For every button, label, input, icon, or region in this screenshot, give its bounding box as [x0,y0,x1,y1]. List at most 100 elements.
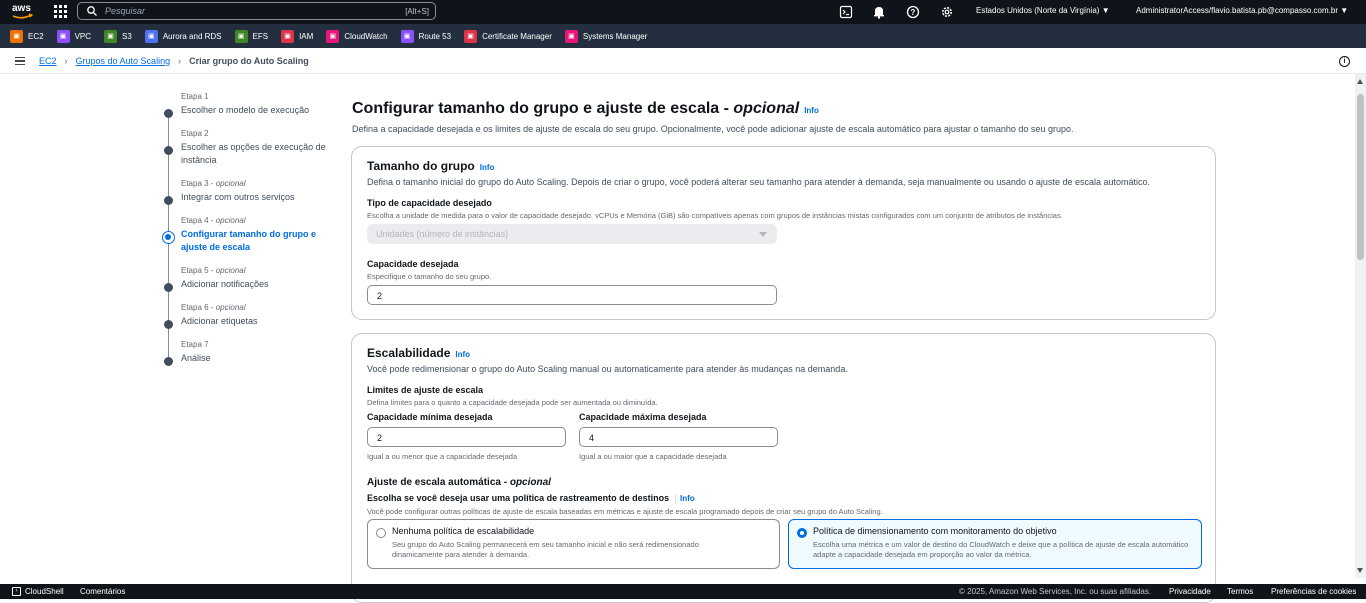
main-content: Configurar tamanho do grupo e ajuste de … [352,100,1216,134]
step-number: Etapa 1 [181,92,209,101]
favorite-efs[interactable]: ▣ EFS [234,29,268,43]
cloudshell-icon[interactable] [839,5,853,19]
favorite-vpc[interactable]: ▣ VPC [56,29,91,43]
radio-target-tracking-policy[interactable]: Política de dimensionamento com monitora… [788,519,1202,569]
max-capacity-input[interactable]: 4 [579,427,778,447]
wizard-step-title[interactable]: Integrar com outros serviços [181,191,334,204]
chevron-right-icon: › [64,55,68,66]
favorite-iam[interactable]: ▣ IAM [281,29,313,43]
min-capacity-label: Capacidade mínima desejada [367,412,493,422]
favorite-acm[interactable]: ▣ Certificate Manager [464,29,552,43]
footer-terms-link[interactable]: Termos [1227,587,1253,596]
breadcrumb-ec2-link[interactable]: EC2 [39,56,57,66]
wizard-step-title: Análise [181,353,211,363]
favorite-label: Certificate Manager [482,31,552,41]
chevron-down-icon: ▼ [1340,6,1349,15]
notifications-bell-icon[interactable] [872,5,886,19]
scaling-info-link[interactable]: Info [455,350,470,359]
footer-copyright: © 2025, Amazon Web Services, Inc. ou sua… [959,587,1152,596]
footer-cloudshell-link[interactable]: CloudShell [25,587,64,596]
radio-no-policy-title: Nenhuma política de escalabilidade [392,526,535,536]
footer-feedback-link[interactable]: Comentários [80,587,125,596]
favorite-ssm[interactable]: ▣ Systems Manager [564,29,647,43]
favorite-ec2[interactable]: ▣ EC2 [10,29,44,43]
scroll-down-icon[interactable] [1357,568,1363,573]
region-selector[interactable]: Estados Unidos (Norte da Virgínia) ▼ [976,6,1110,15]
wizard-step-label: Etapa 2 [181,129,334,138]
help-icon[interactable]: ? [906,5,920,19]
wizard-step-5: Etapa 5 - opcional Adicionar notificações [164,266,334,292]
scaling-title-text: Escalabilidade [367,346,451,360]
policy-question: Escolha se você deseja usar uma política… [367,493,695,503]
wizard-step-label: Etapa 6 - opcional [181,303,246,312]
services-menu-icon[interactable] [53,4,67,18]
step-indicator-icon [164,357,173,366]
wizard-step-title[interactable]: Escolher o modelo de execução [181,104,334,117]
capacity-type-label: Tipo de capacidade desejado [367,198,492,208]
scroll-up-icon[interactable] [1357,79,1363,84]
favorite-label: Aurora and RDS [162,31,222,41]
max-capacity-hint: Igual a ou maior que a capacidade deseja… [579,452,727,461]
side-navigation-menu-icon[interactable] [15,57,25,65]
step-number: Etapa 5 [181,266,209,275]
wizard-step-title[interactable]: Escolher as opções de execução de instân… [181,141,334,167]
capacity-type-select[interactable]: Unidades (número de instâncias) [367,224,777,244]
step-number: Etapa 6 [181,303,209,312]
radio-no-scaling-policy[interactable]: Nenhuma política de escalabilidade Seu g… [367,519,780,569]
step-indicator-icon [164,146,173,155]
settings-gear-icon[interactable] [940,5,954,19]
account-menu[interactable]: AdministratorAccess/flavio.batista.pb@co… [1136,6,1348,15]
acm-icon: ▣ [464,29,478,43]
scaling-panel: Escalabilidade Info Você pode redimension… [351,333,1216,603]
footer-cookies-link[interactable]: Preferências de cookies [1271,587,1356,596]
page-info-link[interactable]: Info [804,106,819,115]
route53-icon: ▣ [400,29,414,43]
radio-checked[interactable] [797,528,807,538]
footer-bar: › CloudShell Comentários © 2025, Amazon … [0,584,1366,599]
wizard-step-title: Adicionar notificações [181,279,269,289]
step-optional: opcional [215,266,246,275]
footer-privacy-link[interactable]: Privacidade [1169,587,1211,596]
capacity-type-value: Unidades (número de instâncias) [376,229,509,239]
region-label: Estados Unidos (Norte da Virgínia) [976,6,1100,15]
favorite-label: Route 53 [418,31,452,41]
favorite-rds[interactable]: ▣ Aurora and RDS [144,29,222,43]
policy-info-link[interactable]: Info [680,494,695,503]
cloudshell-icon[interactable]: › [12,587,21,596]
favorite-cloudwatch[interactable]: ▣ CloudWatch [326,29,388,43]
min-capacity-input[interactable]: 2 [367,427,566,447]
scaling-title: Escalabilidade Info [367,346,470,360]
efs-icon: ▣ [234,29,248,43]
step-indicator-icon [164,283,173,292]
ec2-icon: ▣ [10,29,23,43]
wizard-step-label: Etapa 1 [181,92,334,101]
info-panel-icon[interactable]: i [1339,56,1350,67]
policy-question-text: Escolha se você deseja usar uma política… [367,493,670,503]
step-indicator-icon [164,320,173,329]
favorite-s3[interactable]: ▣ S3 [104,29,132,43]
radio-unchecked[interactable] [376,528,386,538]
wizard-step-1[interactable]: Etapa 1 Escolher o modelo de execução [164,92,334,118]
wizard-step-2[interactable]: Etapa 2 Escolher as opções de execução de… [164,129,334,167]
policy-desc: Você pode configurar outras políticas de… [367,507,883,516]
favorite-label: S3 [122,31,132,41]
search-input[interactable]: Pesquisar [Alt+S] [77,2,436,20]
breadcrumb: EC2 › Grupos do Auto Scaling › Criar gru… [0,48,1366,74]
breadcrumb-auto-scaling-link[interactable]: Grupos do Auto Scaling [76,56,171,66]
auto-scaling-title: Ajuste de escala automática - opcional [367,477,551,488]
wizard-step-3[interactable]: Etapa 3 - opcional Integrar com outros se… [164,179,334,205]
desired-capacity-input[interactable]: 2 [367,285,777,305]
page-scrollbar[interactable] [1355,74,1366,578]
favorite-route53[interactable]: ▣ Route 53 [400,29,452,43]
aws-logo[interactable]: aws [10,3,36,21]
group-size-info-link[interactable]: Info [480,163,495,172]
favorite-label: EC2 [28,31,44,41]
step-indicator-icon [164,109,173,118]
wizard-step-label: Etapa 7 [181,340,334,349]
wizard-step-label: Etapa 5 - opcional [181,266,246,275]
search-shortcut: [Alt+S] [405,6,429,16]
step-current-indicator-icon [162,231,175,244]
page-title-optional: opcional [733,100,800,117]
wizard-step-title: Adicionar etiquetas [181,316,258,326]
scroll-thumb[interactable] [1357,94,1364,260]
